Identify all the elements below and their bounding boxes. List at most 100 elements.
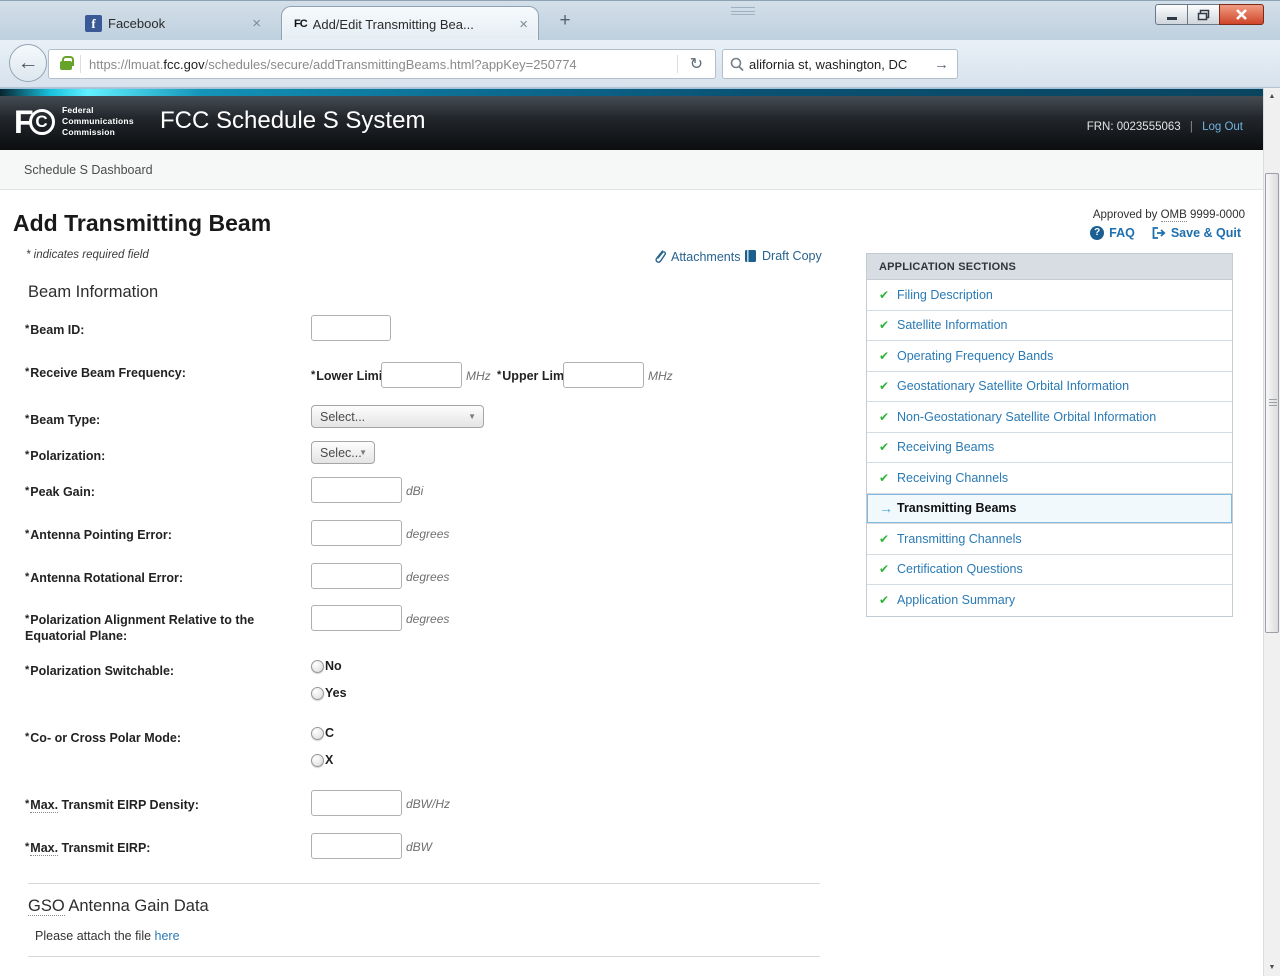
page-title: Add Transmitting Beam (13, 210, 271, 237)
search-go-icon[interactable]: → (926, 56, 957, 73)
sidebar-item-filing-description[interactable]: ✔ Filing Description (867, 280, 1232, 311)
window-titlebar: f Facebook × FC Add/Edit Transmitting Be… (0, 0, 1280, 40)
sidebar-item-transmitting-beams[interactable]: → Transmitting Beams (867, 494, 1232, 525)
scroll-down-icon[interactable]: ▼ (1264, 959, 1280, 976)
attach-here-link[interactable]: here (155, 929, 180, 943)
save-quit-link[interactable]: Save & Quit (1151, 226, 1241, 240)
max-transmit-eirp-input[interactable] (311, 833, 402, 859)
polar-mode-x-radio[interactable]: X (311, 753, 333, 767)
peak-gain-input[interactable] (311, 477, 402, 503)
scrollbar-grip (1269, 399, 1277, 408)
lower-limit-input[interactable] (381, 362, 462, 388)
draft-book-icon (744, 249, 757, 263)
gso-antenna-gain-heading: GSO Antenna Gain Data (28, 897, 209, 916)
divider (28, 956, 820, 957)
tab-facebook[interactable]: f Facebook × (75, 9, 271, 37)
antenna-rotational-error-label: *Antenna Rotational Error: (25, 569, 287, 586)
back-button[interactable]: ← (9, 44, 47, 82)
page-scrollbar[interactable]: ▲ ▼ (1263, 88, 1280, 976)
antenna-rotational-error-input[interactable] (311, 563, 402, 589)
polarization-alignment-input[interactable] (311, 605, 402, 631)
radio-icon (311, 660, 324, 673)
scroll-up-icon[interactable]: ▲ (1264, 88, 1280, 105)
scrollbar-thumb[interactable] (1265, 173, 1279, 633)
facebook-icon: f (85, 15, 102, 32)
chevron-down-icon: ▼ (359, 448, 367, 457)
check-icon: ✔ (879, 349, 897, 363)
polarization-switchable-yes-radio[interactable]: Yes (311, 686, 347, 700)
sidebar-item-application-summary[interactable]: ✔ Application Summary (867, 585, 1232, 616)
close-icon (1235, 9, 1248, 20)
fcc-logo: F C (14, 107, 55, 137)
search-input[interactable]: alifornia st, washington, DC → (722, 49, 958, 79)
polarization-switchable-no-radio[interactable]: No (311, 659, 342, 673)
url-bar[interactable]: https://lmuat.fcc.gov/schedules/secure/a… (48, 49, 716, 79)
minimize-icon (1166, 9, 1178, 21)
polar-mode-c-radio[interactable]: C (311, 726, 334, 740)
breadcrumb-bar: Schedule S Dashboard (0, 150, 1263, 190)
beam-id-label: *Beam ID: (25, 321, 287, 338)
header-accent-strip (0, 88, 1263, 96)
polarization-select[interactable]: Selec... ▼ (311, 441, 375, 464)
radio-icon (311, 727, 324, 740)
url-text: https://lmuat.fcc.gov/schedules/secure/a… (89, 57, 677, 72)
antenna-pointing-error-unit: degrees (406, 527, 449, 541)
reload-icon[interactable]: ↻ (678, 54, 715, 74)
application-sections-panel: APPLICATION SECTIONS ✔ Filing Descriptio… (866, 253, 1233, 617)
lock-icon (60, 61, 72, 70)
upper-limit-input[interactable] (563, 362, 644, 388)
faq-link[interactable]: ? FAQ (1090, 226, 1135, 240)
restore-button[interactable] (1187, 4, 1220, 25)
tab-title: Add/Edit Transmitting Bea... (313, 17, 514, 32)
log-out-link[interactable]: Log Out (1202, 121, 1243, 133)
fcc-favicon: FC (294, 18, 307, 30)
sidebar-item-receiving-beams[interactable]: ✔ Receiving Beams (867, 433, 1232, 464)
draft-copy-link[interactable]: Draft Copy (744, 249, 822, 263)
close-button[interactable] (1219, 4, 1264, 25)
peak-gain-label: *Peak Gain: (25, 483, 287, 500)
antenna-pointing-error-label: *Antenna Pointing Error: (25, 526, 287, 543)
sidebar-item-operating-frequency-bands[interactable]: ✔ Operating Frequency Bands (867, 341, 1232, 372)
max-transmit-eirp-density-unit: dBW/Hz (406, 797, 450, 811)
search-icon (723, 56, 749, 72)
sidebar-item-geostationary-orbital-info[interactable]: ✔ Geostationary Satellite Orbital Inform… (867, 372, 1232, 403)
max-transmit-eirp-label: *Max. Transmit EIRP: (25, 839, 287, 856)
lower-limit-label: *Lower Limit: (311, 369, 391, 383)
beam-type-label: *Beam Type: (25, 411, 287, 428)
attach-file-line: Please attach the file here (35, 929, 180, 943)
attachments-link[interactable]: Attachments (653, 249, 740, 264)
browser-toolbar: ← https://lmuat.fcc.gov/schedules/secure… (0, 40, 1280, 88)
sidebar-item-non-geostationary-orbital-info[interactable]: ✔ Non-Geostationary Satellite Orbital In… (867, 402, 1232, 433)
minimize-button[interactable] (1155, 4, 1188, 25)
beam-id-input[interactable] (311, 315, 391, 341)
polarization-alignment-label: *Polarization Alignment Relative to the … (25, 611, 283, 644)
breadcrumb[interactable]: Schedule S Dashboard (24, 163, 153, 177)
beam-type-select[interactable]: Select... ▼ (311, 405, 484, 428)
beam-information-heading: Beam Information (28, 283, 158, 302)
polarization-label: *Polarization: (25, 447, 287, 464)
window-controls (1156, 4, 1264, 25)
sidebar-item-satellite-information[interactable]: ✔ Satellite Information (867, 311, 1232, 342)
sidebar-item-certification-questions[interactable]: ✔ Certification Questions (867, 555, 1232, 586)
antenna-pointing-error-input[interactable] (311, 520, 402, 546)
check-icon: ✔ (879, 532, 897, 546)
max-transmit-eirp-density-input[interactable] (311, 790, 402, 816)
sidebar-item-transmitting-channels[interactable]: ✔ Transmitting Channels (867, 524, 1232, 555)
tab-close-icon[interactable]: × (252, 16, 261, 31)
co-cross-polar-mode-label: *Co- or Cross Polar Mode: (25, 729, 287, 746)
new-tab-button[interactable]: + (552, 9, 578, 33)
polarization-alignment-unit: degrees (406, 612, 449, 626)
check-icon: ✔ (879, 318, 897, 332)
sidebar-item-receiving-channels[interactable]: ✔ Receiving Channels (867, 463, 1232, 494)
tab-close-icon[interactable]: × (519, 17, 528, 32)
check-icon: ✔ (879, 471, 897, 485)
window-drag-grip[interactable] (731, 7, 755, 15)
chevron-down-icon: ▼ (468, 412, 476, 421)
restore-icon (1197, 9, 1210, 21)
radio-icon (311, 754, 324, 767)
search-value: alifornia st, washington, DC (749, 57, 926, 72)
check-icon: ✔ (879, 379, 897, 393)
required-field-note: * indicates required field (26, 249, 149, 261)
tab-add-edit-transmitting-beams[interactable]: FC Add/Edit Transmitting Bea... × (281, 6, 539, 41)
radio-icon (311, 687, 324, 700)
